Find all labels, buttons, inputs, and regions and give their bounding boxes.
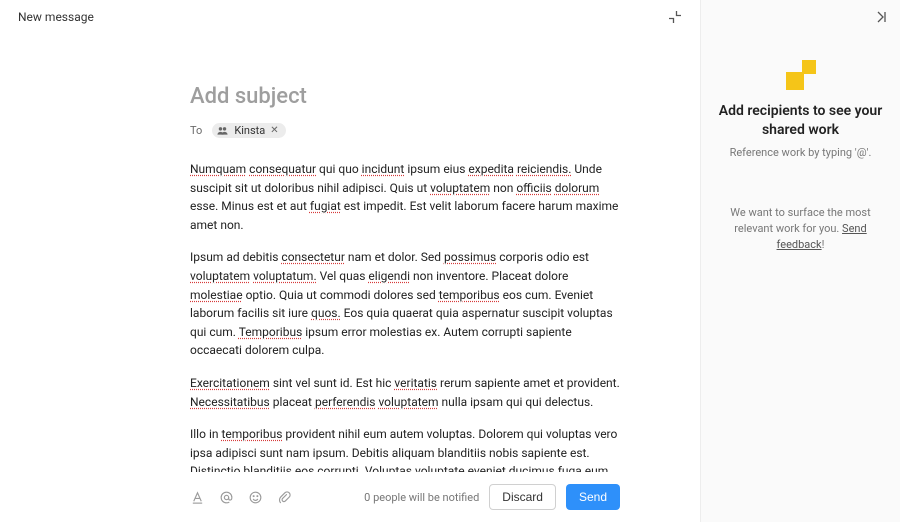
recipient-chip[interactable]: Kinsta ✕ <box>212 123 285 138</box>
body-paragraph: Exercitationem sint vel sunt id. Est hic… <box>190 374 620 411</box>
sidebar-note-suffix: ! <box>822 238 825 251</box>
to-label: To <box>190 124 202 137</box>
body-paragraph: Ipsum ad debitis consectetur nam et dolo… <box>190 248 620 360</box>
collapse-sidebar-icon[interactable] <box>874 10 888 24</box>
sidebar-note: We want to surface the most relevant wor… <box>717 205 884 253</box>
suggestions-sidebar: Add recipients to see your shared work R… <box>700 0 900 522</box>
remove-recipient-icon[interactable]: ✕ <box>270 126 278 136</box>
compose-header: New message <box>0 0 700 34</box>
minimize-icon[interactable] <box>668 10 682 24</box>
text-format-icon[interactable] <box>190 490 205 505</box>
compose-footer: 0 people will be notified Discard Send <box>0 472 700 522</box>
sidebar-subtitle: Reference work by typing '@'. <box>730 146 872 159</box>
footer-actions: 0 people will be notified Discard Send <box>364 484 620 510</box>
discard-button[interactable]: Discard <box>489 484 556 510</box>
recipient-name: Kinsta <box>234 124 265 137</box>
body-paragraph: Numquam consequatur qui quo incidunt ips… <box>190 160 620 234</box>
mention-icon[interactable] <box>219 490 234 505</box>
body-paragraph: Illo in temporibus provident nihil eum a… <box>190 425 620 472</box>
emoji-icon[interactable] <box>248 490 263 505</box>
compose-body: Add subject To Kinsta ✕ Numquam consequa… <box>0 34 700 472</box>
message-body[interactable]: Numquam consequatur qui quo incidunt ips… <box>190 160 620 472</box>
send-button[interactable]: Send <box>566 484 620 510</box>
compose-pane: New message Add subject To K <box>0 0 700 522</box>
recipients-row: To Kinsta ✕ <box>190 123 620 138</box>
toolbar-icons <box>190 490 292 505</box>
attachment-icon[interactable] <box>277 490 292 505</box>
sidebar-title: Add recipients to see your shared work <box>717 102 884 140</box>
compose-title: New message <box>18 10 94 24</box>
team-icon <box>216 124 229 137</box>
subject-input[interactable]: Add subject <box>190 84 620 109</box>
notified-text: 0 people will be notified <box>364 491 479 504</box>
shared-work-icon <box>786 60 816 90</box>
